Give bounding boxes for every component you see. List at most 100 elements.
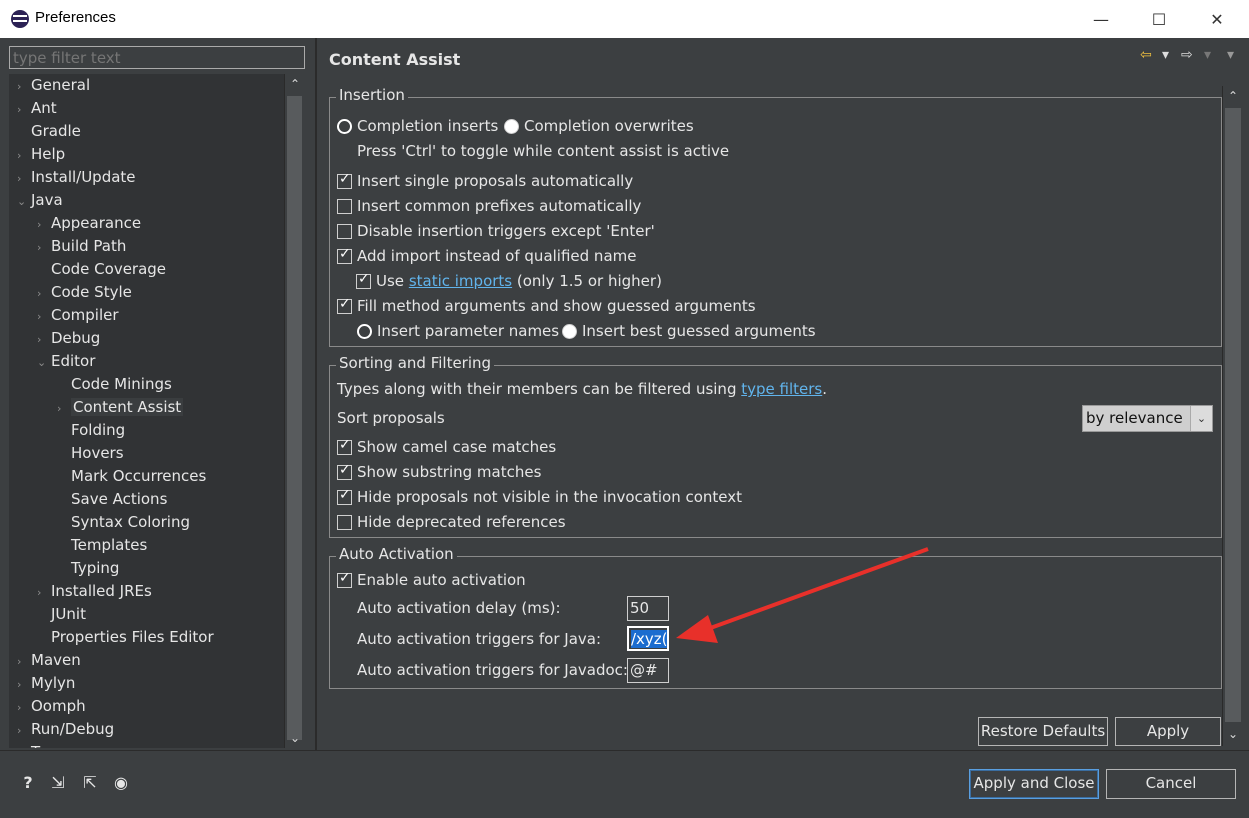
sort-proposals-select[interactable]: by relevance ⌄ (1082, 405, 1213, 432)
tree-item-debug[interactable]: › Debug (37, 327, 100, 350)
scroll-up-icon[interactable]: ⌃ (285, 74, 305, 94)
tree-item-compiler[interactable]: › Compiler (37, 304, 119, 327)
enable-auto-activation-checkbox[interactable]: Enable auto activation (337, 569, 526, 591)
checkbox-icon[interactable] (337, 246, 352, 264)
tree-item-editor[interactable]: ⌄ Editor (37, 350, 95, 373)
expand-arrow-icon[interactable]: › (37, 213, 51, 236)
restore-defaults-button[interactable]: Restore Defaults (978, 717, 1108, 746)
tree-item-installed-jres[interactable]: › Installed JREs (37, 580, 152, 603)
expand-arrow-icon[interactable]: › (37, 282, 51, 305)
tree-item-code-coverage[interactable]: Code Coverage (37, 258, 166, 281)
insert-single-checkbox[interactable]: Insert single proposals automatically (337, 170, 633, 192)
tree-item-code-minings[interactable]: Code Minings (57, 373, 172, 396)
tree-item-ant[interactable]: › Ant (17, 97, 57, 120)
insert-best-guessed-radio[interactable]: Insert best guessed arguments (562, 320, 816, 342)
radio-icon[interactable] (357, 323, 372, 339)
checkbox-icon[interactable] (337, 487, 352, 505)
forward-menu-icon[interactable]: ▾ (1204, 47, 1211, 63)
collapse-arrow-icon[interactable]: ⌄ (17, 190, 31, 213)
tree-item-hovers[interactable]: Hovers (57, 442, 124, 465)
tree-item-properties-files-editor[interactable]: Properties Files Editor (37, 626, 214, 649)
tree-item-folding[interactable]: Folding (57, 419, 125, 442)
expand-arrow-icon[interactable]: › (17, 719, 31, 742)
tree-item-mark-occurrences[interactable]: Mark Occurrences (57, 465, 206, 488)
camel-case-checkbox[interactable]: Show camel case matches (337, 436, 556, 458)
tree-item-java[interactable]: ⌄ Java (17, 189, 63, 212)
expand-arrow-icon[interactable]: › (17, 742, 31, 748)
close-button[interactable]: ✕ (1188, 0, 1246, 38)
tree-item-junit[interactable]: JUnit (37, 603, 86, 626)
minimize-button[interactable]: — (1072, 0, 1130, 38)
checkbox-icon[interactable] (337, 198, 352, 214)
scroll-thumb[interactable] (1225, 108, 1241, 722)
type-filters-link[interactable]: type filters (741, 380, 822, 398)
import-icon[interactable]: ⇲ (48, 773, 68, 793)
scroll-thumb[interactable] (287, 96, 302, 740)
chevron-down-icon[interactable]: ⌄ (1190, 406, 1212, 431)
help-icon[interactable]: ? (18, 773, 38, 793)
collapse-arrow-icon[interactable]: ⌄ (37, 351, 51, 374)
tree-item-te[interactable]: ›Te (17, 741, 47, 748)
fill-method-checkbox[interactable]: Fill method arguments and show guessed a… (337, 295, 756, 317)
checkbox-icon[interactable] (337, 296, 352, 314)
add-import-checkbox[interactable]: Add import instead of qualified name (337, 245, 636, 267)
java-triggers-field[interactable]: /xyz(, (627, 626, 669, 651)
static-imports-link[interactable]: static imports (409, 272, 512, 290)
checkbox-icon[interactable] (337, 570, 352, 588)
checkbox-icon[interactable] (337, 514, 352, 530)
page-scrollbar[interactable]: ⌃ ⌄ (1222, 86, 1244, 746)
expand-arrow-icon[interactable]: › (17, 167, 31, 190)
checkbox-icon[interactable] (337, 437, 352, 455)
disable-triggers-checkbox[interactable]: Disable insertion triggers except 'Enter… (337, 220, 655, 242)
tree-item-help[interactable]: › Help (17, 143, 65, 166)
expand-arrow-icon[interactable]: › (17, 673, 31, 696)
tree-item-oomph[interactable]: › Oomph (17, 695, 86, 718)
expand-arrow-icon[interactable]: › (37, 305, 51, 328)
tree-item-mylyn[interactable]: › Mylyn (17, 672, 75, 695)
back-menu-icon[interactable]: ▾ (1162, 47, 1169, 63)
use-static-imports-checkbox[interactable]: Use static imports (only 1.5 or higher) (356, 270, 662, 292)
tree-item-appearance[interactable]: › Appearance (37, 212, 141, 235)
tree-item-run-debug[interactable]: › Run/Debug (17, 718, 114, 741)
expand-arrow-icon[interactable]: › (17, 696, 31, 719)
tree-item-content-assist[interactable]: › Content Assist (57, 396, 184, 420)
tree-item-code-style[interactable]: › Code Style (37, 281, 132, 304)
tree-item-gradle[interactable]: Gradle (17, 120, 81, 143)
delay-field[interactable]: 50 (627, 596, 669, 621)
forward-arrow-icon[interactable]: ⇨ (1181, 47, 1193, 63)
expand-arrow-icon[interactable]: › (17, 98, 31, 121)
back-arrow-icon[interactable]: ⇦ (1140, 47, 1152, 63)
completion-overwrites-radio[interactable]: Completion overwrites (504, 115, 694, 137)
scroll-down-icon[interactable]: ⌄ (1223, 724, 1243, 744)
apply-and-close-button[interactable]: Apply and Close (969, 769, 1099, 799)
insert-common-checkbox[interactable]: Insert common prefixes automatically (337, 195, 641, 217)
expand-arrow-icon[interactable]: › (57, 397, 71, 420)
expand-arrow-icon[interactable]: › (17, 75, 31, 98)
expand-arrow-icon[interactable]: › (37, 236, 51, 259)
scroll-down-icon[interactable]: ⌄ (285, 728, 305, 748)
checkbox-icon[interactable] (337, 462, 352, 480)
tree-item-typing[interactable]: Typing (57, 557, 119, 580)
oomph-preference-recorder-icon[interactable]: ◉ (111, 773, 131, 793)
tree-item-syntax-coloring[interactable]: Syntax Coloring (57, 511, 190, 534)
radio-icon[interactable] (562, 323, 577, 339)
hide-deprecated-checkbox[interactable]: Hide deprecated references (337, 511, 566, 533)
export-icon[interactable]: ⇱ (80, 773, 100, 793)
tree-item-maven[interactable]: › Maven (17, 649, 81, 672)
scroll-up-icon[interactable]: ⌃ (1223, 86, 1243, 106)
expand-arrow-icon[interactable]: › (17, 650, 31, 673)
expand-arrow-icon[interactable]: › (37, 581, 51, 604)
tree-item-save-actions[interactable]: Save Actions (57, 488, 167, 511)
tree-item-templates[interactable]: Templates (57, 534, 147, 557)
tree-scrollbar[interactable]: ⌃ ⌄ (284, 74, 305, 748)
hide-not-visible-checkbox[interactable]: Hide proposals not visible in the invoca… (337, 486, 742, 508)
insert-param-names-radio[interactable]: Insert parameter names (357, 320, 559, 342)
checkbox-icon[interactable] (337, 171, 352, 189)
javadoc-triggers-field[interactable]: @# (627, 658, 669, 683)
tree-item-build-path[interactable]: › Build Path (37, 235, 126, 258)
cancel-button[interactable]: Cancel (1106, 769, 1236, 799)
tree-item-install-update[interactable]: › Install/Update (17, 166, 136, 189)
sash-divider[interactable] (315, 38, 317, 750)
apply-button[interactable]: Apply (1115, 717, 1221, 746)
expand-arrow-icon[interactable]: › (17, 144, 31, 167)
